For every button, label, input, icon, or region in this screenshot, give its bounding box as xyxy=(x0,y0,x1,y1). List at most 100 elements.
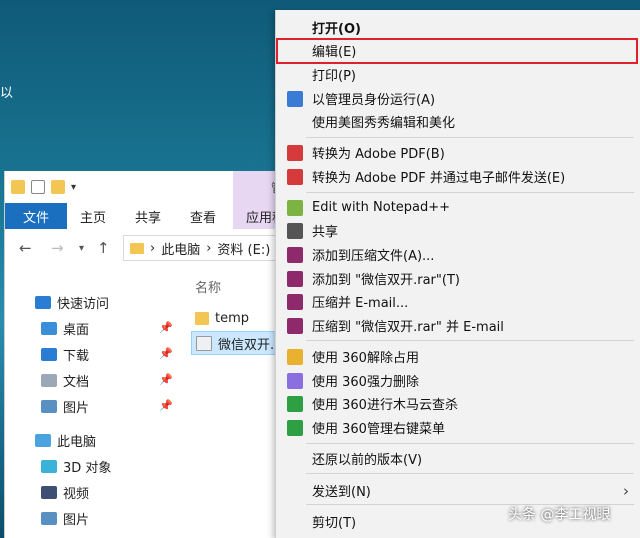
new-folder-icon[interactable] xyxy=(51,180,65,194)
download-icon xyxy=(41,347,57,361)
breadcrumb-this-pc[interactable]: 此电脑 xyxy=(161,239,200,258)
nav-item-label: 桌面 xyxy=(63,322,90,338)
ribbon-tabs: 文件 主页 共享 查看 应用程 xyxy=(5,203,305,230)
nav-item[interactable]: 文档 xyxy=(41,369,89,391)
properties-icon[interactable] xyxy=(31,180,45,194)
menu-item[interactable]: 编辑(E) xyxy=(276,39,640,62)
menu-separator xyxy=(306,192,634,193)
nav-item-label: 下载 xyxy=(63,348,90,364)
up-arrow-icon[interactable]: ↑ xyxy=(97,239,110,257)
menu-item[interactable]: 还原以前的版本(V) xyxy=(276,447,640,470)
nav-item[interactable]: 3D 对象 xyxy=(41,455,111,477)
menu-item[interactable]: 发送到(N) › xyxy=(276,479,640,502)
breadcrumb-separator: › xyxy=(206,240,212,256)
menu-item-label: 剪切(T) xyxy=(312,516,357,531)
chevron-right-icon: › xyxy=(623,481,629,500)
nav-item[interactable]: 下载 xyxy=(41,343,89,365)
video-icon xyxy=(41,485,57,499)
menu-item[interactable]: 打开(O) xyxy=(276,16,640,39)
forward-arrow-icon[interactable]: → xyxy=(51,239,64,257)
menu-item[interactable]: 使用美图秀秀编辑和美化 xyxy=(276,110,640,133)
qat-dropdown-icon[interactable]: ▾ xyxy=(71,182,76,193)
menu-separator xyxy=(306,443,634,444)
computer-icon xyxy=(35,433,51,447)
pdf-mail-icon xyxy=(287,168,303,185)
menu-item[interactable]: 使用 360解除占用 xyxy=(276,345,640,368)
navigation-pane: 快速访问 桌面 📌 下载 📌 文档 📌 图片 📌 此电脑 3D 对象 视频 图片 xyxy=(5,269,185,538)
breadcrumb-separator: › xyxy=(150,240,156,256)
pin-icon[interactable]: 📌 xyxy=(159,373,173,386)
menu-item-label: 使用 360解除占用 xyxy=(312,351,419,366)
menu-item-label: 打印(P) xyxy=(312,69,356,84)
menu-item-label: 添加到压缩文件(A)... xyxy=(312,249,435,264)
menu-item-label: 还原以前的版本(V) xyxy=(312,453,423,468)
tab-file[interactable]: 文件 xyxy=(5,203,67,229)
menu-item[interactable]: 共享 xyxy=(276,219,640,242)
menu-item-label: 共享 xyxy=(312,225,339,240)
tab-home[interactable]: 主页 xyxy=(80,207,106,226)
menu-item[interactable]: 转换为 Adobe PDF 并通过电子邮件发送(E) xyxy=(276,165,640,188)
menu-item-label: 以管理员身份运行(A) xyxy=(312,93,436,108)
nav-item[interactable]: 此电脑 xyxy=(35,429,96,451)
menu-separator xyxy=(306,137,634,138)
unlock-360-icon xyxy=(287,348,303,365)
nav-item[interactable]: 图片 xyxy=(41,507,89,529)
pin-icon[interactable]: 📌 xyxy=(159,321,173,334)
script-file-icon xyxy=(196,335,212,351)
menu-item-label: 使用 360管理右键菜单 xyxy=(312,422,445,437)
notepad-icon xyxy=(287,199,303,216)
context-menu: 打开(O) 编辑(E) 打印(P) 以管理员身份运行(A) 使用美图秀秀编辑和美化转换为… xyxy=(275,10,640,538)
winrar-icon xyxy=(287,293,303,310)
menu-item[interactable]: 添加到 "微信双开.rar"(T) xyxy=(276,267,640,290)
menu-item[interactable]: 使用 360管理右键菜单 xyxy=(276,416,640,439)
picture-icon xyxy=(41,399,57,413)
menu-item[interactable]: 转换为 Adobe PDF(B) xyxy=(276,141,640,164)
menu-item-label: 压缩到 "微信双开.rar" 并 E-mail xyxy=(312,320,504,335)
winrar-icon xyxy=(287,270,303,287)
document-icon xyxy=(41,373,57,387)
file-row-temp[interactable]: temp xyxy=(191,307,249,329)
menu-item[interactable]: 添加到压缩文件(A)... xyxy=(276,243,640,266)
back-arrow-icon[interactable]: ← xyxy=(19,239,32,257)
menu-item[interactable]: 压缩并 E-mail... xyxy=(276,290,640,313)
nav-item-label: 此电脑 xyxy=(57,434,97,450)
star-icon xyxy=(35,295,51,309)
winrar-icon xyxy=(287,317,303,334)
menu-item-label: 转换为 Adobe PDF 并通过电子邮件发送(E) xyxy=(312,171,566,186)
menu-item[interactable]: 使用 360强力删除 xyxy=(276,369,640,392)
nav-item[interactable]: 桌面 xyxy=(41,317,89,339)
nav-item[interactable]: 快速访问 xyxy=(35,291,109,313)
breadcrumb-drive[interactable]: 资料 (E:) xyxy=(217,239,270,258)
shield-icon xyxy=(287,90,303,107)
pin-icon[interactable]: 📌 xyxy=(159,399,173,412)
pin-icon[interactable]: 📌 xyxy=(159,347,173,360)
recent-chevron-down-icon[interactable]: ▾ xyxy=(79,243,84,254)
menu-item[interactable]: 压缩到 "微信双开.rar" 并 E-mail xyxy=(276,314,640,337)
folder-icon xyxy=(195,311,209,325)
menu-item-label: 使用 360进行木马云查杀 xyxy=(312,398,458,413)
nav-item[interactable]: 视频 xyxy=(41,481,89,503)
menu-item[interactable]: 打印(P) xyxy=(276,63,640,86)
menu-item-label: 转换为 Adobe PDF(B) xyxy=(312,147,445,162)
menu-separator xyxy=(306,340,634,341)
share-icon xyxy=(287,222,303,239)
tab-share[interactable]: 共享 xyxy=(135,207,161,226)
menu-item[interactable]: Edit with Notepad++ xyxy=(276,196,640,219)
menu-item[interactable]: 使用 360进行木马云查杀 xyxy=(276,392,640,415)
delete-360-icon xyxy=(287,372,303,389)
watermark: 头条 @李工视眼 xyxy=(508,507,611,523)
nav-item[interactable]: 图片 xyxy=(41,395,89,417)
nav-item-label: 视频 xyxy=(63,486,90,502)
column-header-name[interactable]: 名称 xyxy=(195,277,221,296)
folder-icon[interactable] xyxy=(11,180,25,194)
quick-access-toolbar: ▾ 管 xyxy=(5,171,305,203)
menu-item[interactable]: 以管理员身份运行(A) xyxy=(276,87,640,110)
desktop-icon xyxy=(41,321,57,335)
menu-separator xyxy=(306,473,634,474)
cube-icon xyxy=(41,459,57,473)
menu-item-label: 发送到(N) xyxy=(312,485,371,500)
tab-view[interactable]: 查看 xyxy=(190,207,216,226)
menu-item-label: 使用 360强力删除 xyxy=(312,375,419,390)
folder-icon xyxy=(130,242,144,254)
menu-item-label: 打开(O) xyxy=(312,22,361,37)
